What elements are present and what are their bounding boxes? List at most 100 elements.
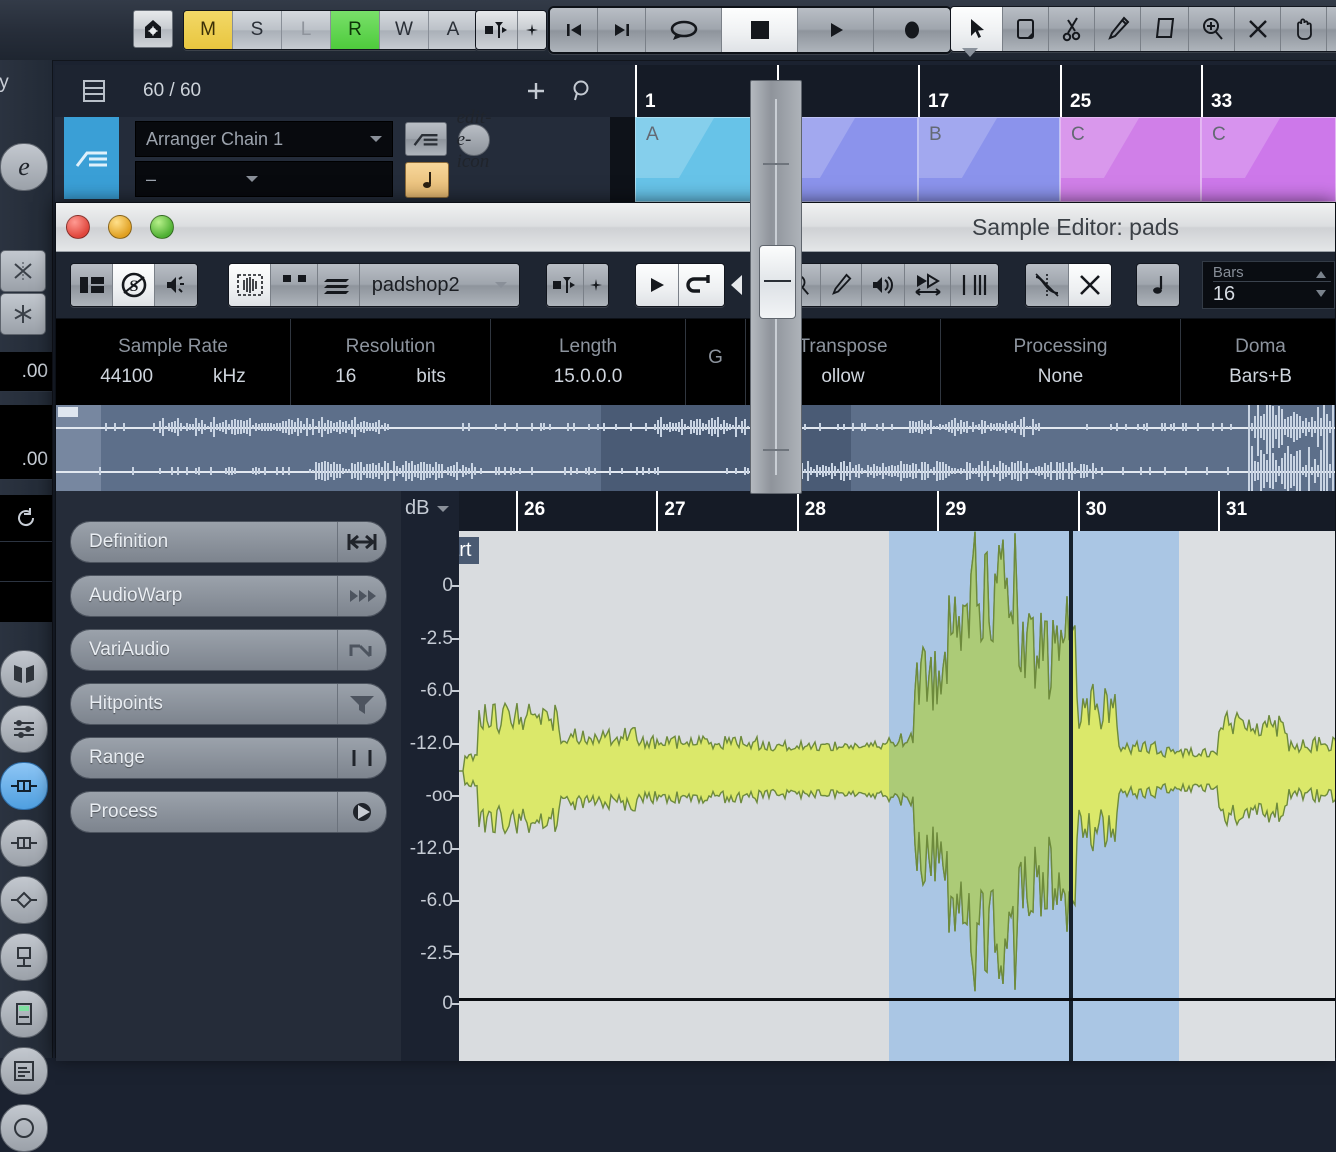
info-column[interactable]: ProcessingNone bbox=[941, 319, 1181, 405]
configurations-selector[interactable]: urations bbox=[0, 10, 120, 48]
split-tool[interactable] bbox=[1049, 7, 1095, 51]
timewarp-tool[interactable] bbox=[1327, 7, 1336, 51]
side-button-definition[interactable]: Definition bbox=[70, 521, 387, 563]
time-warp-tool-button[interactable] bbox=[951, 264, 998, 306]
rail-item-sends[interactable] bbox=[0, 819, 48, 867]
cycle-button[interactable] bbox=[646, 8, 722, 52]
erase-tool[interactable] bbox=[1235, 7, 1281, 51]
value-field-4[interactable] bbox=[0, 581, 52, 622]
play-sample-button[interactable] bbox=[636, 264, 678, 306]
auto-adjust-button[interactable] bbox=[1069, 264, 1111, 306]
value-field-2[interactable]: .00 bbox=[0, 440, 52, 480]
mute-button[interactable]: M bbox=[184, 11, 233, 49]
snap-button[interactable] bbox=[547, 264, 584, 306]
read-automation-button[interactable]: A bbox=[429, 11, 477, 49]
volume-fader[interactable] bbox=[750, 80, 802, 494]
arrangement-event[interactable]: B bbox=[918, 117, 1060, 202]
side-button-variaudio[interactable]: VariAudio bbox=[70, 629, 387, 671]
edit-e-icon-button[interactable]: edit-e-icon bbox=[458, 124, 490, 156]
object-selection-tool[interactable] bbox=[951, 7, 1003, 51]
tool-dropdown-caret-icon[interactable] bbox=[962, 48, 978, 57]
value-field-1[interactable]: .00 bbox=[0, 352, 52, 392]
rail-item-book[interactable] bbox=[0, 650, 48, 698]
solo-button[interactable]: S bbox=[113, 264, 155, 306]
resize-arrows-icon[interactable] bbox=[337, 522, 386, 562]
arranger-chain-secondary-selector[interactable]: – bbox=[135, 161, 393, 197]
waveform-canvas[interactable]: nt Start bbox=[459, 531, 1335, 1061]
solo-button[interactable]: S bbox=[233, 11, 282, 49]
range-selection-tool[interactable] bbox=[1003, 7, 1049, 51]
rail-item-strip[interactable] bbox=[0, 876, 48, 924]
overview-selection[interactable] bbox=[601, 405, 851, 491]
arrangement-event[interactable]: C bbox=[1201, 117, 1336, 202]
note-icon-button[interactable] bbox=[405, 162, 449, 198]
bars-field[interactable]: Bars 16 bbox=[1202, 261, 1335, 309]
play-button[interactable] bbox=[798, 8, 874, 52]
funnel-icon[interactable] bbox=[337, 684, 386, 724]
rail-item-faders[interactable] bbox=[0, 705, 48, 753]
record-button[interactable] bbox=[874, 8, 950, 52]
rail-item-meter[interactable] bbox=[0, 990, 48, 1038]
quantize-note-button[interactable] bbox=[1136, 263, 1180, 307]
side-button-hitpoints[interactable]: Hitpoints bbox=[70, 683, 387, 725]
loop-button[interactable] bbox=[679, 264, 725, 306]
arranger-chain-selector[interactable]: Arranger Chain 1 bbox=[135, 121, 393, 157]
playhead-cursor[interactable] bbox=[1069, 531, 1073, 1061]
snap-button[interactable] bbox=[476, 11, 518, 49]
mute-tool[interactable] bbox=[1281, 7, 1327, 51]
go-to-end-button[interactable] bbox=[598, 8, 646, 52]
draw-tool-button[interactable] bbox=[821, 264, 861, 306]
scrub-tool-button[interactable] bbox=[905, 264, 951, 306]
rail-item-notepad[interactable] bbox=[0, 1047, 48, 1095]
write-automation-button[interactable]: W bbox=[380, 11, 429, 49]
info-column[interactable]: Resolution16bits bbox=[291, 319, 491, 405]
info-column[interactable]: Length15.0.0.0 bbox=[491, 319, 686, 405]
mixdown-button[interactable] bbox=[0, 250, 46, 292]
draw-tool[interactable] bbox=[1095, 7, 1141, 51]
rail-item-quick[interactable] bbox=[0, 1104, 48, 1152]
arranger-mode-button[interactable] bbox=[405, 122, 447, 156]
rail-item-inserts[interactable] bbox=[0, 762, 48, 810]
show-regions-button[interactable] bbox=[71, 264, 113, 306]
layers-button[interactable] bbox=[318, 264, 360, 306]
stepper-up-icon[interactable] bbox=[1316, 271, 1326, 278]
listen-button[interactable]: L bbox=[282, 11, 331, 49]
freeze-button[interactable] bbox=[0, 293, 46, 335]
info-column[interactable]: Sample Rate44100kHz bbox=[56, 319, 291, 405]
range-bars-icon[interactable] bbox=[337, 738, 386, 778]
warp-arrows-icon[interactable] bbox=[337, 576, 386, 616]
side-button-process[interactable]: Process bbox=[70, 791, 387, 833]
refresh-button[interactable] bbox=[0, 495, 52, 541]
preset-icon-button[interactable] bbox=[133, 10, 173, 48]
glue-tool[interactable] bbox=[1141, 7, 1189, 51]
record-enable-button[interactable]: R bbox=[331, 11, 380, 49]
plus-icon[interactable] bbox=[525, 80, 547, 102]
left-arrow-icon[interactable] bbox=[731, 275, 742, 295]
info-column[interactable]: DomaBars+B bbox=[1181, 319, 1336, 405]
arranger-track-icon-button[interactable] bbox=[64, 117, 119, 199]
side-button-audiowarp[interactable]: AudioWarp bbox=[70, 575, 387, 617]
snap-type-button[interactable] bbox=[584, 264, 609, 306]
go-to-start-button[interactable] bbox=[550, 8, 598, 52]
value-field-3[interactable] bbox=[0, 541, 52, 582]
play-circle-icon[interactable] bbox=[337, 792, 386, 832]
arranger-scroll-gutter[interactable] bbox=[610, 117, 635, 202]
markers-button[interactable] bbox=[271, 264, 318, 306]
inspector-e-button[interactable]: e bbox=[0, 143, 48, 191]
sample-overview[interactable] bbox=[56, 405, 1335, 491]
autoscroll-button[interactable] bbox=[229, 264, 271, 306]
magnifier-icon[interactable] bbox=[570, 79, 594, 103]
list-icon[interactable] bbox=[81, 78, 107, 104]
arrangement-event[interactable]: C bbox=[1060, 117, 1201, 202]
rail-item-routing[interactable] bbox=[0, 933, 48, 981]
play-tool-button[interactable] bbox=[862, 264, 906, 306]
file-name-selector[interactable]: padshop2 bbox=[360, 264, 519, 306]
timeline-ruler[interactable]: 1172533 bbox=[635, 65, 1336, 117]
sample-editor-titlebar[interactable]: Sample Editor: pads bbox=[56, 203, 1335, 252]
musical-mode-button[interactable] bbox=[1026, 264, 1068, 306]
fader-handle[interactable] bbox=[759, 245, 796, 319]
stop-button[interactable] bbox=[722, 8, 798, 52]
overview-handle[interactable] bbox=[58, 407, 78, 417]
pitch-segments-icon[interactable] bbox=[337, 630, 386, 670]
info-column[interactable]: G bbox=[686, 319, 746, 405]
